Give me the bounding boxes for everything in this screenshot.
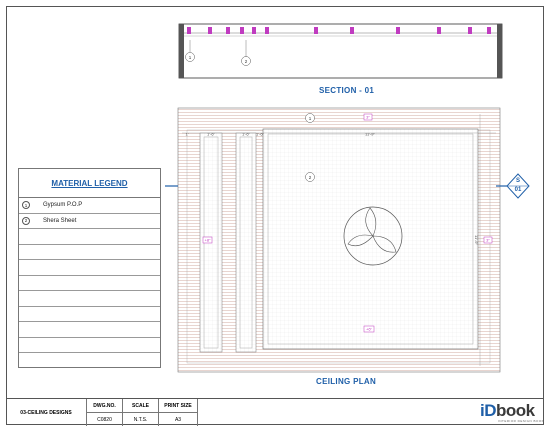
- svg-text:1'-6": 1'-6": [256, 132, 265, 137]
- legend-row: 1 Gypsum P.O.P: [19, 198, 160, 214]
- scale-label: SCALE: [122, 399, 158, 412]
- plan-title: CEILING PLAN: [316, 377, 377, 386]
- legend-row-empty: [19, 276, 160, 291]
- scale-value: N.T.S.: [122, 412, 158, 426]
- legend-number: 1: [22, 201, 30, 210]
- legend-row-empty: [19, 353, 160, 368]
- legend-number: 2: [22, 216, 30, 225]
- svg-text:3": 3": [486, 238, 490, 243]
- legend-row: 2 Shera Sheet: [19, 214, 160, 229]
- section-title: SECTION - 01: [319, 86, 375, 95]
- print-size-label: PRINT SIZE: [158, 399, 198, 412]
- print-size-value: A3: [158, 412, 198, 426]
- legend-row-empty: [19, 322, 160, 338]
- material-legend: MATERIAL LEGEND 1 Gypsum P.O.P 2 Shera S…: [18, 168, 161, 368]
- brand-tagline: INTERIOR DESIGN BOOK: [498, 419, 545, 423]
- legend-row-empty: [19, 229, 160, 245]
- dwg-no-label: DWG.NO.: [86, 399, 122, 412]
- legend-row-empty: [19, 307, 160, 322]
- legend-row-empty: [19, 291, 160, 307]
- legend-label: Gypsum P.O.P: [43, 202, 83, 209]
- legend-title: MATERIAL LEGEND: [19, 169, 160, 198]
- ceiling-plan: 1 2 3" +8" 3" +6" 11'-9" 11'-9" 1' 1'-6"…: [177, 107, 501, 373]
- svg-text:11'-9": 11'-9": [474, 235, 479, 245]
- svg-text:3": 3": [366, 115, 370, 120]
- svg-text:1'-6": 1'-6": [207, 132, 216, 137]
- svg-text:1'-6": 1'-6": [242, 132, 251, 137]
- svg-text:+6": +6": [366, 327, 373, 332]
- section-drawing: 1 2: [178, 23, 503, 79]
- legend-label: Shera Sheet: [43, 217, 77, 224]
- legend-row-empty: [19, 245, 160, 260]
- svg-text:+8": +8": [205, 238, 212, 243]
- svg-text:11'-9": 11'-9": [365, 132, 375, 137]
- dwg-no-value: C0820: [86, 412, 122, 426]
- svg-text:1': 1': [186, 132, 189, 137]
- title-block: 03-CEILING DESIGNS DWG.NO. C0820 SCALE N…: [6, 398, 544, 426]
- section-marker: S 01: [514, 178, 522, 193]
- legend-row-empty: [19, 260, 160, 276]
- brand-logo: iDbook: [480, 401, 535, 420]
- legend-row-empty: [19, 338, 160, 353]
- drawing-name: 03-CEILING DESIGNS: [20, 409, 72, 416]
